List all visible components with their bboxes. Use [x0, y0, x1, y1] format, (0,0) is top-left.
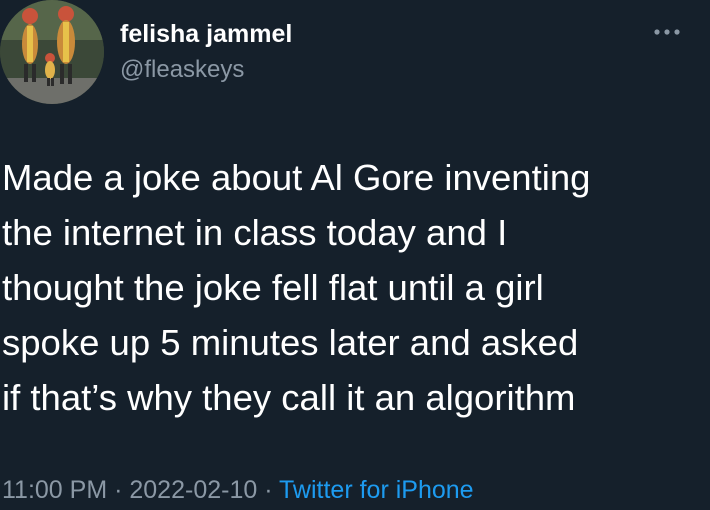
tweet-text-line: spoke up 5 minutes later and asked — [2, 322, 579, 363]
tweet-time[interactable]: 11:00 PM — [2, 476, 107, 504]
meta-separator: · — [107, 476, 130, 504]
more-horizontal-icon — [654, 29, 680, 35]
tweet-source-link[interactable]: Twitter for iPhone — [279, 476, 474, 504]
avatar-photo — [0, 0, 104, 104]
tweet-text-line: Made a joke about Al Gore inventing — [2, 157, 591, 198]
tweet-meta: 11:00 PM · 2022-02-10 · Twitter for iPho… — [2, 476, 474, 505]
tweet-text-line: the internet in class today and I — [2, 212, 508, 253]
tweet-card: felisha jammel @fleaskeys Made a joke ab… — [0, 0, 710, 510]
tweet-text: Made a joke about Al Gore inventing the … — [2, 150, 708, 425]
tweet-text-line: thought the joke fell flat until a girl — [2, 267, 544, 308]
more-options-button[interactable] — [652, 20, 682, 44]
avatar[interactable] — [0, 0, 104, 104]
tweet-text-line: if that’s why they call it an algorithm — [2, 377, 576, 418]
author-display-name[interactable]: felisha jammel — [120, 20, 292, 49]
author-handle[interactable]: @fleaskeys — [120, 56, 244, 84]
meta-separator: · — [257, 476, 280, 504]
tweet-date[interactable]: 2022-02-10 — [129, 476, 257, 504]
